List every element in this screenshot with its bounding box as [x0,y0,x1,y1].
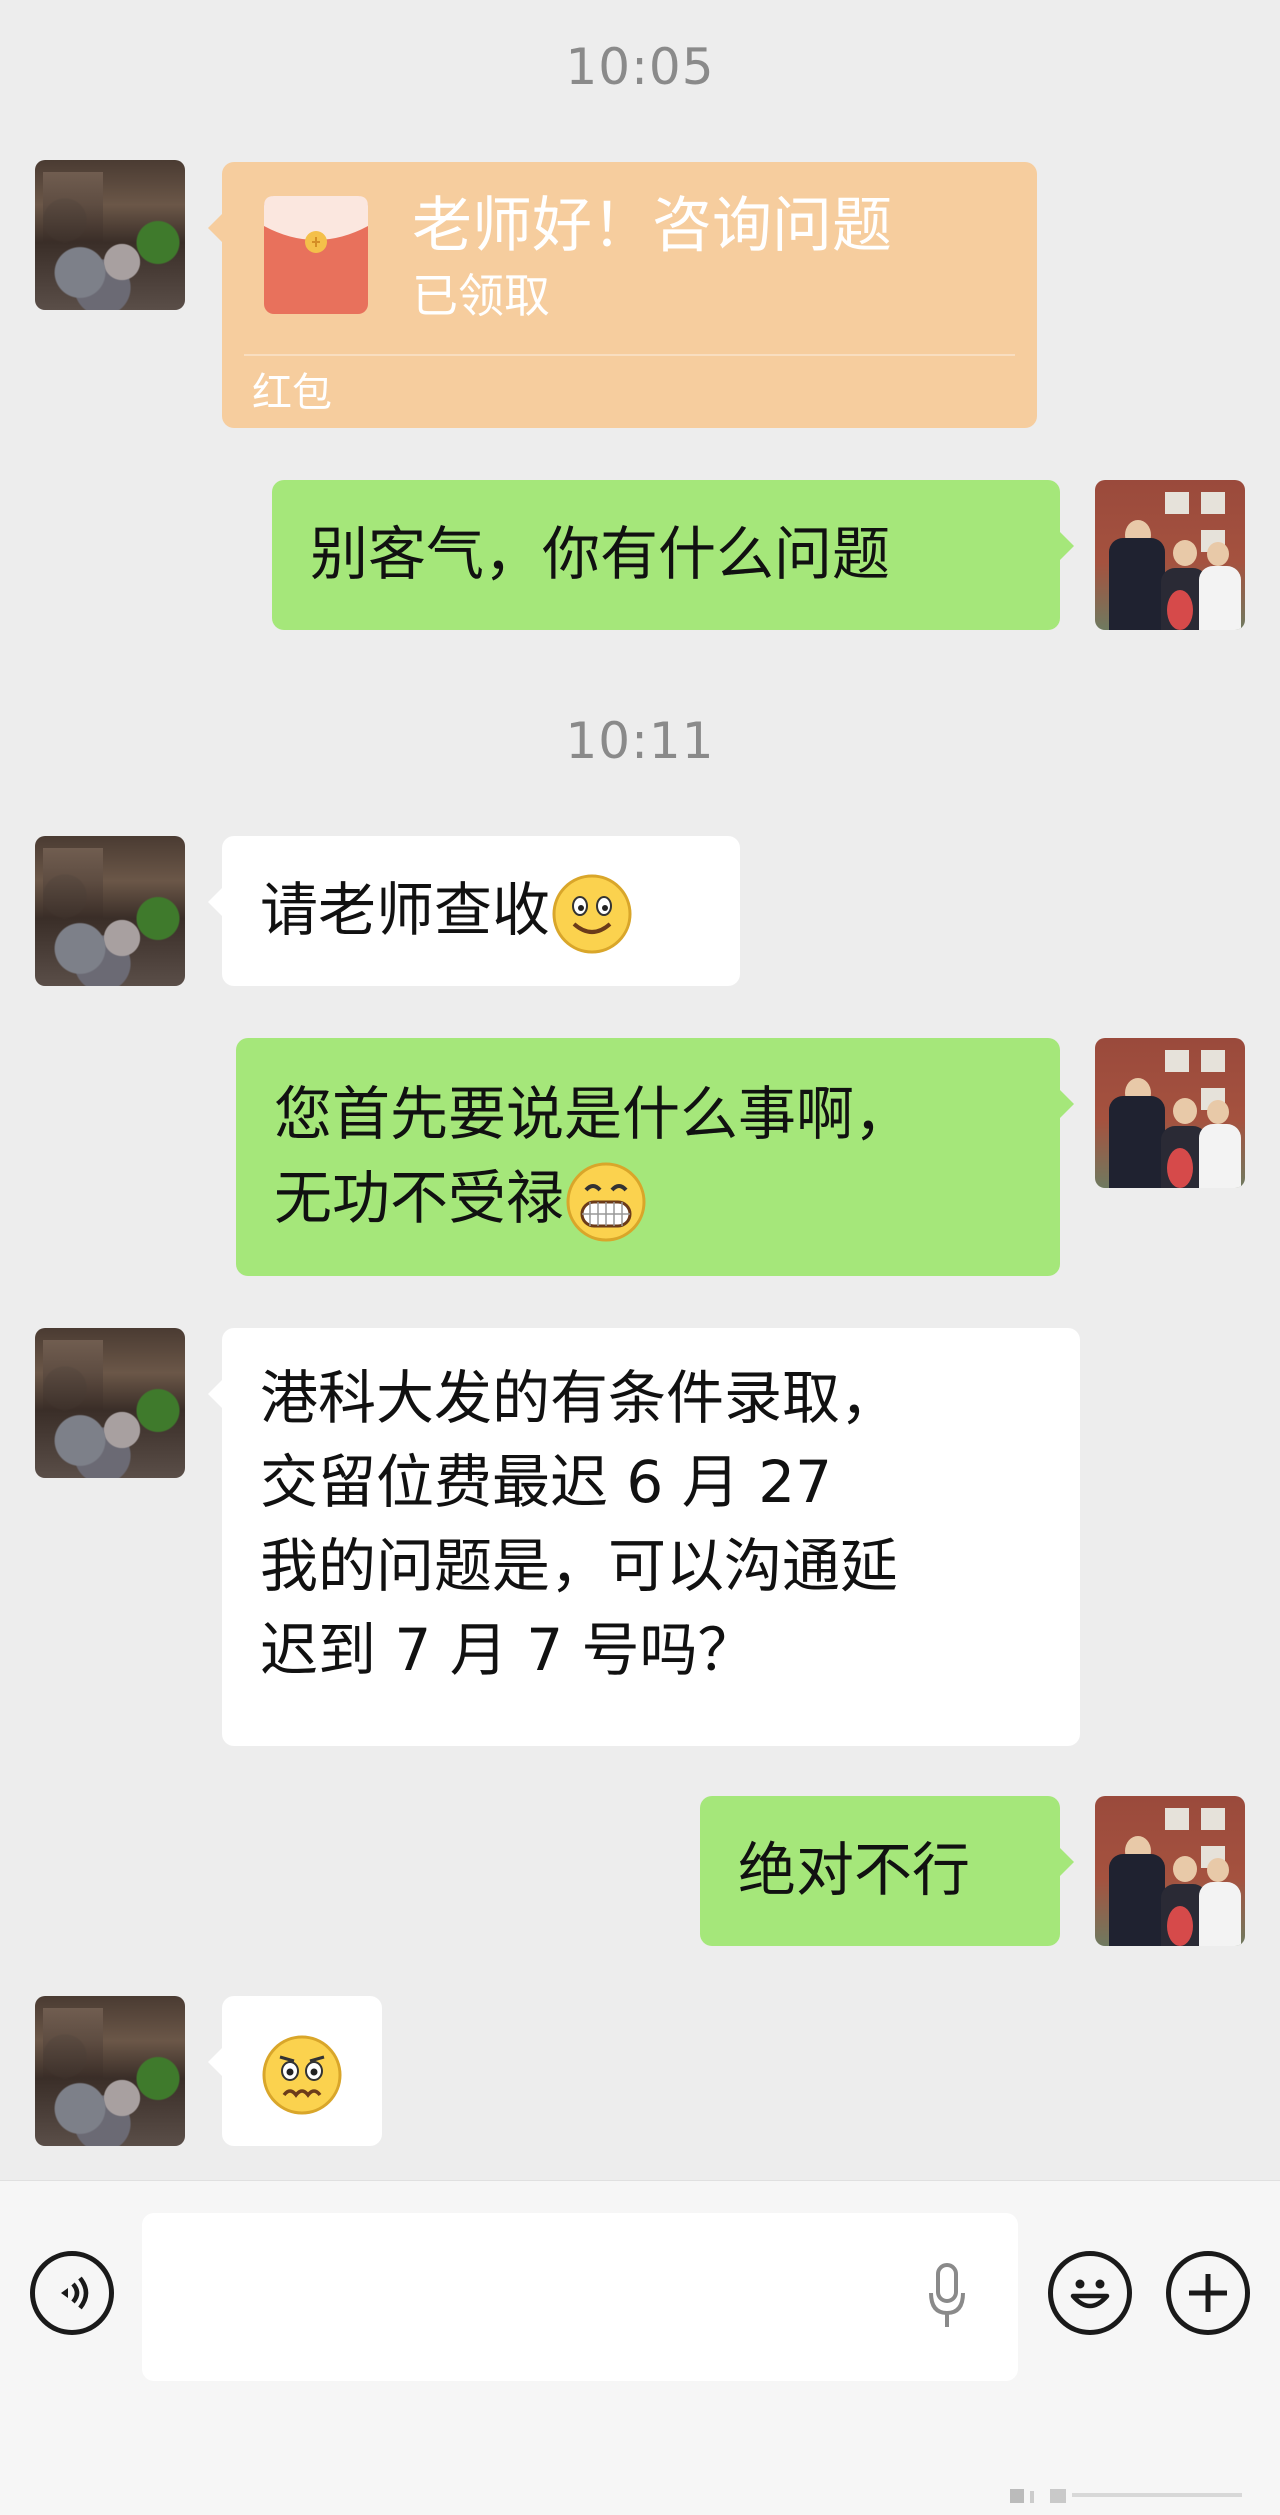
emoji-icon[interactable] [1048,2251,1132,2335]
outgoing-message[interactable]: 您首先要说是什么事啊， 无功不受禄 [236,1038,1074,1276]
message-text-line: 迟到 7 月 7 号吗？ [260,1616,756,1684]
red-packet-status: 已领取 [412,269,550,323]
microphone-icon[interactable] [927,2263,967,2331]
my-avatar[interactable] [1095,1038,1245,1188]
message-text-line: 您首先要说是什么事啊， [274,1080,913,1148]
grin-emoji-icon [566,1162,646,1242]
message-text: 绝对不行 [738,1836,971,1904]
friend-avatar[interactable] [35,836,185,986]
message-text-line: 无功不受禄 [274,1164,565,1232]
red-packet-message[interactable]: 老师好！咨询问题 已领取 红包 [208,162,1037,428]
timestamp: 10:05 [565,38,715,96]
my-avatar[interactable] [1095,1796,1245,1946]
incoming-message[interactable]: 请老师查收 [208,836,740,986]
my-avatar[interactable] [1095,480,1245,630]
message-text: 请老师查收 [260,876,551,944]
message-text-line: 我的问题是，可以沟通延 [260,1532,899,1600]
incoming-message[interactable]: 港科大发的有条件录取， 交留位费最迟 6 月 27 我的问题是，可以沟通延 迟到… [208,1328,1080,1746]
friend-avatar[interactable] [35,1996,185,2146]
red-packet-title: 老师好！咨询问题 [412,191,892,261]
watermark-marks [1010,2489,1242,2503]
add-icon[interactable] [1166,2251,1250,2335]
chat-area: 10:05 老师好！咨询问题 已领取 红包 别客气，你有什么问题 10:11 请… [0,0,1280,2180]
message-input[interactable] [142,2213,1018,2381]
message-text-line: 港科大发的有条件录取， [260,1364,899,1432]
timestamp: 10:11 [565,712,715,770]
outgoing-message[interactable]: 绝对不行 [700,1796,1074,1946]
outgoing-message[interactable]: 别客气，你有什么问题 [272,480,1074,630]
smile-emoji-icon [552,874,632,954]
red-packet-label: 红包 [252,370,332,416]
incoming-message[interactable] [208,1996,382,2146]
friend-avatar[interactable] [35,160,185,310]
red-packet-divider [244,354,1015,356]
red-packet-icon [264,196,368,314]
voice-mode-icon[interactable] [30,2251,114,2335]
worried-emoji-icon [262,2035,342,2115]
input-bar [0,2180,1280,2515]
message-text: 别客气，你有什么问题 [310,520,891,588]
friend-avatar[interactable] [35,1328,185,1478]
message-text-line: 交留位费最迟 6 月 27 [260,1448,833,1516]
